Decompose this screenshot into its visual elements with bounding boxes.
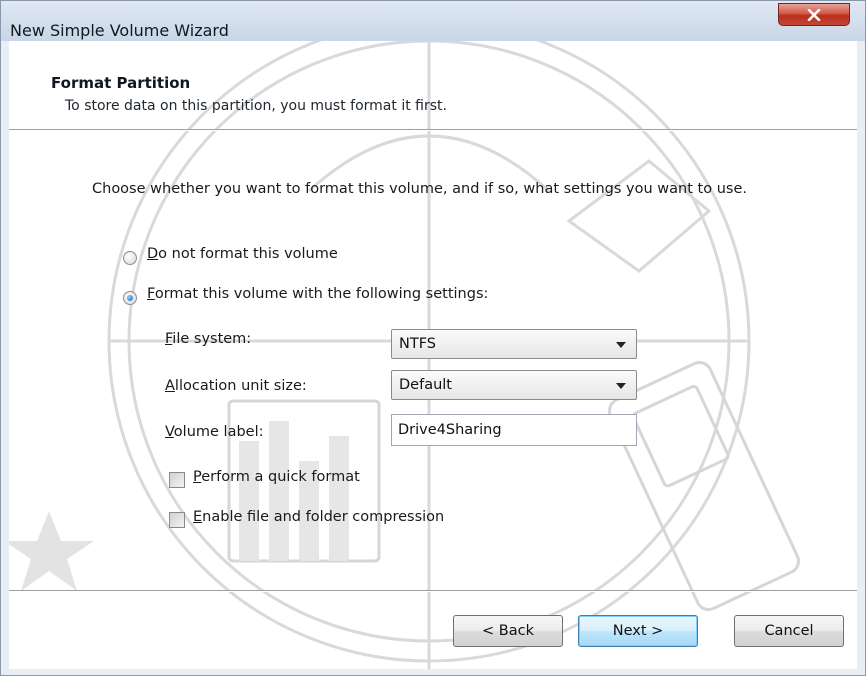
- next-button[interactable]: Next >: [578, 615, 698, 647]
- quick-format-checkbox[interactable]: [169, 472, 185, 488]
- instruction-text: Choose whether you want to format this v…: [92, 181, 747, 197]
- allocation-unit-size-select[interactable]: Default: [391, 370, 637, 400]
- file-system-value: NTFS: [399, 336, 436, 352]
- allocation-unit-size-label: Allocation unit size:: [165, 378, 307, 394]
- page-title: Format Partition: [51, 74, 191, 92]
- back-button[interactable]: < Back: [453, 615, 563, 647]
- chevron-down-icon: [616, 383, 626, 389]
- footer-divider: [9, 590, 857, 592]
- wizard-header: Format Partition To store data on this p…: [9, 41, 857, 129]
- file-system-label: File system:: [165, 331, 252, 347]
- wizard-content: Format Partition To store data on this p…: [9, 41, 857, 669]
- close-button[interactable]: [778, 3, 850, 26]
- cancel-button[interactable]: Cancel: [734, 615, 844, 647]
- format-volume-label[interactable]: Format this volume with the following se…: [147, 286, 488, 302]
- file-system-select[interactable]: NTFS: [391, 329, 637, 359]
- chevron-down-icon: [616, 342, 626, 348]
- compression-label[interactable]: Enable file and folder compression: [193, 509, 444, 525]
- title-bar[interactable]: New Simple Volume Wizard: [1, 1, 865, 41]
- header-divider: [9, 129, 857, 131]
- format-volume-radio[interactable]: [123, 291, 137, 305]
- allocation-unit-size-value: Default: [399, 377, 452, 393]
- window-title: New Simple Volume Wizard: [10, 21, 229, 40]
- volume-label-input[interactable]: [391, 414, 637, 446]
- compression-checkbox[interactable]: [169, 512, 185, 528]
- quick-format-label[interactable]: Perform a quick format: [193, 469, 360, 485]
- page-subtitle: To store data on this partition, you mus…: [65, 98, 447, 114]
- volume-label-label: Volume label:: [165, 424, 264, 440]
- no-format-radio[interactable]: [123, 251, 137, 265]
- no-format-label[interactable]: Do not format this volume: [147, 246, 338, 262]
- wizard-window: New Simple Volume Wizard Format Partitio…: [0, 0, 866, 676]
- close-icon: [807, 8, 821, 21]
